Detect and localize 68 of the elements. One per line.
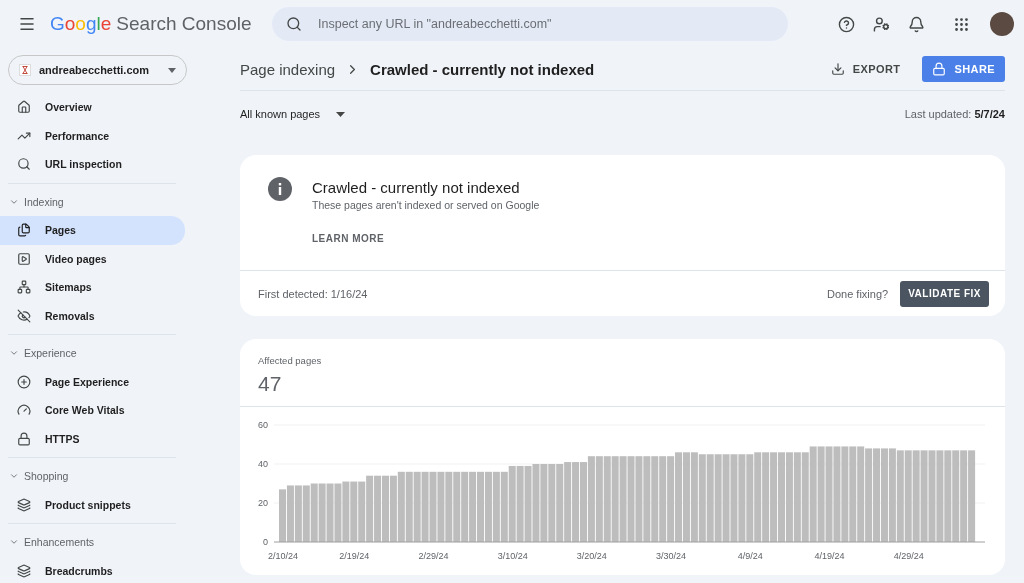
- lock-icon: [932, 62, 947, 76]
- search-bar[interactable]: Inspect any URL in "andreabecchetti.com": [272, 7, 788, 41]
- axis-label: 20: [258, 498, 268, 508]
- nav-item[interactable]: Sitemaps: [0, 273, 185, 302]
- axis-label: 2/19/24: [339, 551, 370, 561]
- caret-icon: [336, 111, 346, 117]
- axis-label: 4/29/24: [893, 551, 924, 561]
- nav-item[interactable]: Overview: [0, 93, 185, 122]
- menu-icon: [18, 15, 36, 33]
- axis-label: 4/19/24: [814, 551, 845, 561]
- nav-item[interactable]: URL inspection: [0, 150, 185, 179]
- hourglass-icon: [19, 64, 31, 76]
- axis-label: 40: [258, 459, 268, 469]
- axis-label: 4/9/24: [737, 551, 763, 561]
- download-icon: [830, 62, 845, 76]
- nav-item[interactable]: Pages: [0, 216, 185, 245]
- filter-dropdown[interactable]: All known pages: [240, 108, 346, 120]
- search-icon: [286, 16, 302, 32]
- nav-item-icon: [17, 280, 31, 295]
- info-icon: [268, 177, 292, 201]
- issue-title: Crawled - currently not indexed: [312, 179, 521, 196]
- nav-item-icon: [17, 497, 31, 512]
- nav-item-icon: [17, 563, 31, 578]
- axis-label: 3/20/24: [576, 551, 607, 561]
- learn-more-link[interactable]: LEARN MORE: [312, 233, 385, 244]
- nav-item-icon: [17, 431, 31, 446]
- axis-label: 60: [258, 420, 268, 430]
- nav-item-icon: [17, 157, 31, 172]
- search-field[interactable]: Inspect any URL in "andreabecchetti.com": [316, 16, 774, 32]
- nav-item-icon: [17, 100, 31, 115]
- nav-item[interactable]: Product snippets: [0, 490, 185, 519]
- nav-item[interactable]: HTTPS: [0, 424, 185, 453]
- nav-item-icon: [17, 223, 31, 238]
- axis-label: 3/10/24: [497, 551, 528, 561]
- validate-fix-button[interactable]: VALIDATE FIX: [900, 280, 989, 307]
- property-selector[interactable]: andreabecchetti.com: [8, 55, 187, 85]
- nav-item-icon: [17, 374, 31, 389]
- nav-item-icon: [17, 403, 31, 418]
- first-detected: First detected: 1/16/24: [258, 287, 368, 300]
- avatar[interactable]: [990, 12, 1014, 36]
- section-header[interactable]: Shopping: [0, 462, 75, 491]
- breadcrumb-link[interactable]: Page indexing: [240, 60, 336, 78]
- section-header[interactable]: Indexing: [0, 187, 70, 216]
- section-header[interactable]: Experience: [0, 339, 83, 368]
- caret-icon: [168, 67, 176, 73]
- axis-label: 2/10/24: [267, 551, 298, 561]
- section-header[interactable]: Enhancements: [0, 528, 101, 557]
- page-title: Crawled - currently not indexed: [370, 60, 595, 78]
- affected-count: 47: [258, 372, 283, 396]
- app-logo: Google Search Console: [50, 13, 253, 35]
- card-label: Affected pages: [258, 355, 323, 366]
- nav-item[interactable]: Page Experience: [0, 367, 185, 396]
- nav-item-icon: [17, 251, 31, 266]
- last-updated: Last updated: 5/7/24: [904, 108, 1005, 120]
- nav-item[interactable]: Core Web Vitals: [0, 396, 185, 425]
- axis-label: 0: [263, 537, 268, 547]
- export-button[interactable]: EXPORT: [822, 56, 909, 82]
- nav-item-icon: [17, 308, 31, 323]
- issue-description: These pages aren't indexed or served on Google: [312, 199, 540, 211]
- axis-label: 2/29/24: [418, 551, 449, 561]
- share-button[interactable]: SHARE: [922, 56, 1005, 82]
- apps-grid-icon: [953, 15, 970, 33]
- nav-item[interactable]: Video pages: [0, 244, 185, 273]
- done-fixing-label: Done fixing?: [827, 287, 889, 300]
- nav-item[interactable]: Performance: [0, 121, 185, 150]
- axis-label: 3/30/24: [656, 551, 687, 561]
- nav-item[interactable]: Breadcrumbs: [0, 556, 185, 583]
- nav-item[interactable]: Removals: [0, 301, 185, 330]
